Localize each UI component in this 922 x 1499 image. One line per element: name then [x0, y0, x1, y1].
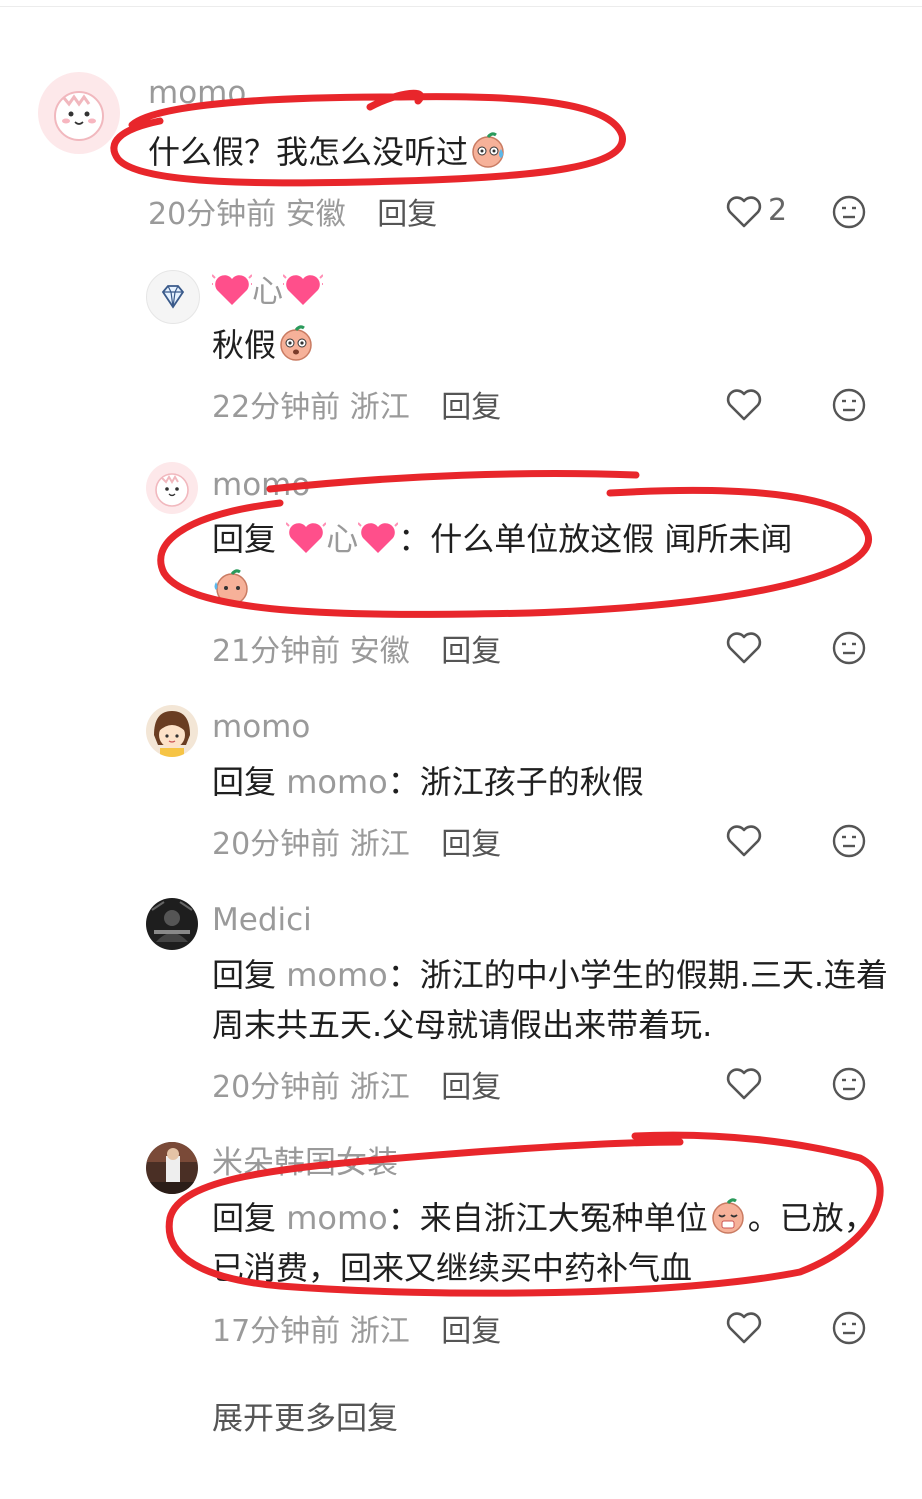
top-divider: [0, 6, 922, 7]
neutral-face-icon[interactable]: [831, 1310, 867, 1346]
avatar[interactable]: [146, 705, 198, 757]
reply-button[interactable]: 回复: [441, 1314, 501, 1349]
heart-outline-icon[interactable]: [724, 1308, 764, 1348]
avatar[interactable]: [146, 462, 198, 514]
comment-text: 回复 心：什么单位放这假 闻所未闻: [212, 514, 872, 614]
diamond-badge-icon: [161, 285, 185, 309]
comment-text: 回复 momo：浙江孩子的秋假: [212, 763, 644, 801]
comment-meta: 21分钟前 安徽 回复: [212, 637, 501, 667]
neutral-face-icon[interactable]: [831, 1066, 867, 1102]
mention-link[interactable]: 心: [286, 520, 399, 558]
comment-meta: 20分钟前 浙江 回复: [212, 830, 501, 860]
neutral-face-icon[interactable]: [831, 630, 867, 666]
reply-button[interactable]: 回复: [377, 197, 437, 232]
reply-button[interactable]: 回复: [441, 634, 501, 669]
pink-heart-emoji-icon: [212, 274, 252, 305]
like-count: 2: [768, 193, 788, 228]
cartoon-avatar-icon: [54, 91, 104, 141]
comment-meta: 20分钟前 浙江 回复: [212, 1073, 501, 1103]
comment-location: 浙江: [349, 827, 410, 862]
comment-text: 回复 momo：浙江的中小学生的假期.三天.连着周末共五天.父母就请假出来带着玩…: [212, 956, 889, 1044]
comment-time: 22分钟前: [212, 390, 341, 425]
peach-emoji-icon: [711, 1198, 744, 1234]
username[interactable]: 心: [212, 272, 323, 308]
heart-outline-icon[interactable]: [724, 628, 764, 668]
comment-text: 回复 momo：来自浙江大冤种单位 。已放，已消费，回来又继续买中药补气血: [212, 1193, 882, 1293]
neutral-face-icon[interactable]: [831, 194, 867, 230]
comment-meta: 17分钟前 浙江 回复: [212, 1317, 501, 1347]
avatar[interactable]: [146, 1142, 198, 1194]
pink-heart-emoji-icon: [283, 274, 323, 305]
heart-outline-icon[interactable]: [724, 192, 764, 232]
comment-time: 20分钟前: [148, 197, 277, 232]
mention-link[interactable]: momo: [286, 763, 388, 801]
comment-text: 秋假: [212, 320, 316, 370]
avatar[interactable]: [38, 72, 120, 154]
comment-time: 20分钟前: [212, 827, 341, 862]
comment-time: 17分钟前: [212, 1314, 341, 1349]
pink-heart-emoji-icon: [358, 522, 399, 553]
reply-button[interactable]: 回复: [441, 390, 501, 425]
dark-photo-avatar-icon: [151, 901, 193, 942]
neutral-face-icon[interactable]: [831, 387, 867, 423]
peach-emoji-icon: [472, 132, 504, 168]
comment-location: 浙江: [349, 390, 410, 425]
mention-link[interactable]: momo: [286, 1199, 388, 1237]
cartoon-avatar-icon: [155, 473, 189, 507]
peach-emoji-icon: [280, 325, 312, 361]
comment-location: 安徽: [349, 634, 410, 669]
mention-link[interactable]: momo: [286, 956, 388, 994]
comment-location: 安徽: [285, 197, 346, 232]
heart-outline-icon[interactable]: [724, 1064, 764, 1104]
comment-meta: 20分钟前 安徽 回复: [148, 200, 437, 230]
avatar[interactable]: [146, 898, 198, 950]
comment-time: 20分钟前: [212, 1070, 341, 1105]
username[interactable]: Medici: [212, 905, 312, 936]
comment-time: 21分钟前: [212, 634, 341, 669]
heart-outline-icon[interactable]: [724, 385, 764, 425]
comment-text: 什么假？我怎么没听过: [148, 127, 848, 177]
pink-heart-emoji-icon: [286, 522, 327, 553]
heart-outline-icon[interactable]: [724, 821, 764, 861]
expand-more-replies-button[interactable]: 展开更多回复: [212, 1393, 398, 1438]
username[interactable]: momo: [148, 78, 246, 109]
reply-button[interactable]: 回复: [441, 827, 501, 862]
comment-meta: 22分钟前 浙江 回复: [212, 393, 501, 423]
comment-location: 浙江: [349, 1070, 410, 1105]
username[interactable]: momo: [212, 470, 310, 501]
reply-button[interactable]: 回复: [441, 1070, 501, 1105]
cartoon-girl-avatar-icon: [154, 711, 190, 757]
peach-emoji-icon: [214, 569, 248, 605]
neutral-face-icon[interactable]: [831, 823, 867, 859]
username[interactable]: momo: [212, 712, 310, 743]
avatar[interactable]: [146, 270, 200, 324]
photo-avatar-icon: [146, 1142, 198, 1194]
comment-location: 浙江: [349, 1314, 410, 1349]
username[interactable]: 米朵韩国女装: [212, 1148, 398, 1179]
